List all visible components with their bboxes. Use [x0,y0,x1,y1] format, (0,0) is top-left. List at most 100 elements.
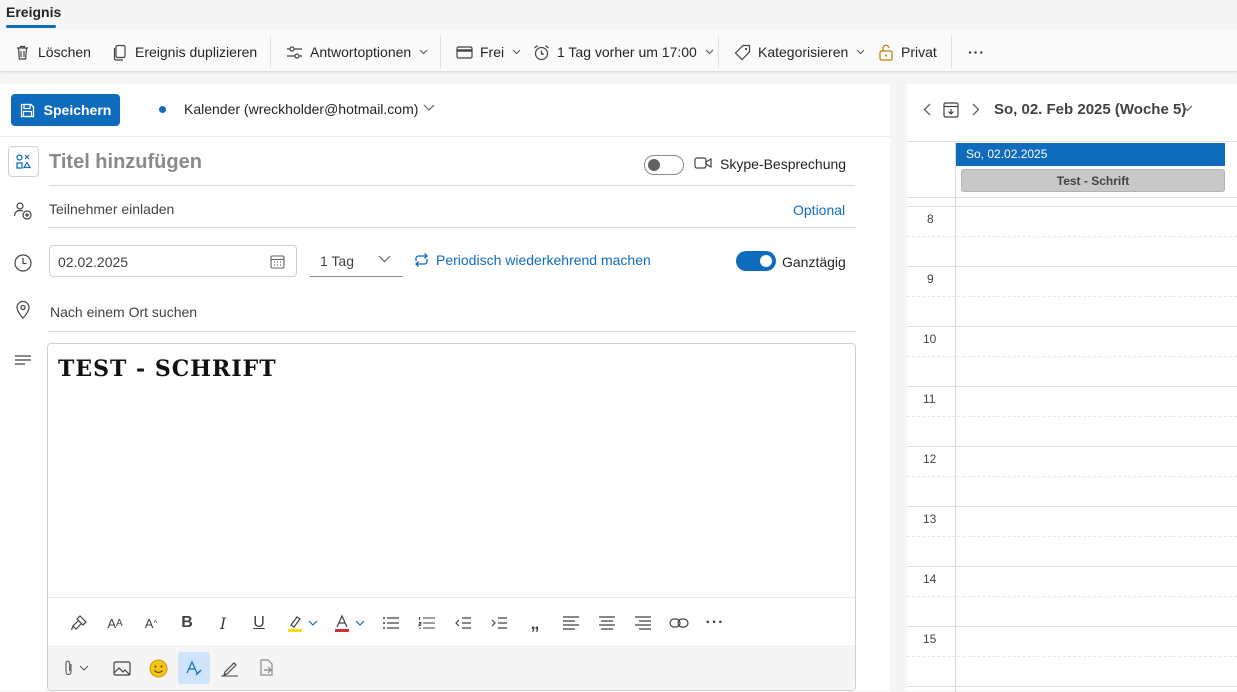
more-format-icon[interactable]: ··· [704,612,726,634]
field-underline [49,227,855,228]
half-hour-line [907,236,1237,237]
increase-indent-icon[interactable] [488,612,510,634]
align-left-icon[interactable] [560,612,582,634]
calendar-icon[interactable] [270,254,285,269]
hour-line [907,266,1237,267]
export-document-icon[interactable] [255,657,277,679]
hour-label: 8 [927,212,934,226]
save-button[interactable]: Speichern [11,94,120,126]
categorize-label: Kategorisieren [758,44,849,60]
calendar-color-dot [159,106,166,113]
chevron-down-icon[interactable] [353,612,367,634]
make-recurring-button[interactable]: Periodisch wiederkehrend machen [413,252,651,268]
calendar-selector[interactable]: Kalender (wreckholder@hotmail.com) [184,101,418,117]
font-color-icon[interactable] [331,612,353,634]
half-hour-line [907,356,1237,357]
signature-icon[interactable] [218,657,240,679]
half-hour-line [907,476,1237,477]
today-calendar-icon[interactable] [943,101,959,118]
sliders-icon [287,45,302,59]
font-grow-icon[interactable]: A ^ [140,612,162,634]
ribbon-tabbar: Ereignis [0,0,1237,30]
ribbon-toolbar: Löschen Ereignis duplizieren Antwortopti… [0,30,1237,72]
duration-value: 1 Tag [320,253,354,269]
half-hour-line [907,416,1237,417]
tab-active-indicator [6,25,56,28]
bold-icon[interactable]: B [176,612,198,634]
quote-icon[interactable]: „ [524,612,546,634]
all-day-toggle[interactable] [736,251,776,271]
event-type-icon[interactable] [8,146,39,177]
toolbar-divider [440,36,441,68]
attach-icon[interactable] [60,657,94,679]
hour-line [907,446,1237,447]
clock-icon [14,254,32,272]
location-input[interactable]: Nach einem Ort suchen [50,304,197,320]
hour-line [907,386,1237,387]
delete-label: Löschen [38,44,91,60]
hour-label: 12 [923,452,937,466]
hour-line [907,506,1237,507]
reminder-button[interactable]: 1 Tag vorher um 17:00 [533,41,714,63]
bullet-list-icon[interactable] [380,612,402,634]
skype-label: Skype-Besprechung [720,156,847,172]
day-calendar-pane: So, 02. Feb 2025 (Woche 5) So, 02.02.202… [907,84,1237,692]
align-right-icon[interactable] [632,612,654,634]
duplicate-button[interactable]: Ereignis duplizieren [112,41,257,63]
format-toolbar: AA A ^ B I U „ ··· [48,597,855,645]
hour-label: 15 [923,632,937,646]
duplicate-label: Ereignis duplizieren [135,44,258,60]
toolbar-divider [718,36,719,68]
font-size-icon[interactable]: AA [104,612,126,634]
toolbar-divider [270,36,271,68]
response-options-label: Antwortoptionen [310,44,412,60]
all-day-label: Ganztägig [782,254,846,270]
optional-attendees-link[interactable]: Optional [793,202,845,218]
response-options-button[interactable]: Antwortoptionen [286,41,428,63]
hour-label: 14 [923,572,937,586]
field-underline [49,185,855,186]
show-as-button[interactable]: Frei [456,41,521,63]
toggle-knob [760,255,772,267]
hour-line [907,626,1237,627]
align-center-icon[interactable] [596,612,618,634]
decrease-indent-icon[interactable] [452,612,474,634]
underline-icon[interactable]: U [248,612,270,634]
day-column-header[interactable]: So, 02.02.2025 [956,143,1225,166]
chevron-down-icon[interactable] [306,612,320,634]
italic-icon[interactable]: I [212,612,234,634]
image-icon[interactable] [111,657,133,679]
format-painter-icon[interactable] [68,612,90,634]
attendees-input[interactable]: Teilnehmer einladen [49,201,174,217]
numbered-list-icon[interactable] [416,612,438,634]
all-day-event[interactable]: Test - Schrift [961,169,1225,192]
link-icon[interactable] [668,612,690,634]
duration-select[interactable]: 1 Tag [310,245,403,277]
chevron-down-icon[interactable] [1182,105,1193,112]
categorize-button[interactable]: Kategorisieren [734,41,865,63]
shapes-icon [16,154,32,169]
body-text[interactable]: TEST - SCHRIFT [58,356,277,382]
tab-ereignis[interactable]: Ereignis [6,4,61,20]
delete-button[interactable]: Löschen [14,41,91,63]
header-divider [0,136,890,137]
chevron-left-icon[interactable] [923,103,931,116]
calendar-date-title[interactable]: So, 02. Feb 2025 (Woche 5) [994,101,1186,118]
video-camera-icon [694,157,712,169]
private-button[interactable]: Privat [878,41,937,63]
more-options-button[interactable]: ··· [968,41,985,63]
highlight-icon[interactable] [284,612,306,634]
body-editor[interactable]: TEST - SCHRIFT AA A ^ B I U „ ··· [47,343,856,691]
emoji-icon[interactable] [147,657,169,679]
editor-icon[interactable] [178,652,210,684]
hour-line [907,686,1237,687]
save-icon [20,103,34,117]
skype-toggle[interactable] [644,155,684,175]
chevron-right-icon[interactable] [972,103,980,116]
title-input[interactable]: Titel hinzufügen [49,151,202,174]
time-column-divider [955,142,956,692]
chevron-down-icon[interactable] [423,104,435,112]
start-date-field[interactable]: 02.02.2025 [49,245,297,277]
add-people-icon [13,202,32,220]
alarm-clock-icon [534,44,549,60]
